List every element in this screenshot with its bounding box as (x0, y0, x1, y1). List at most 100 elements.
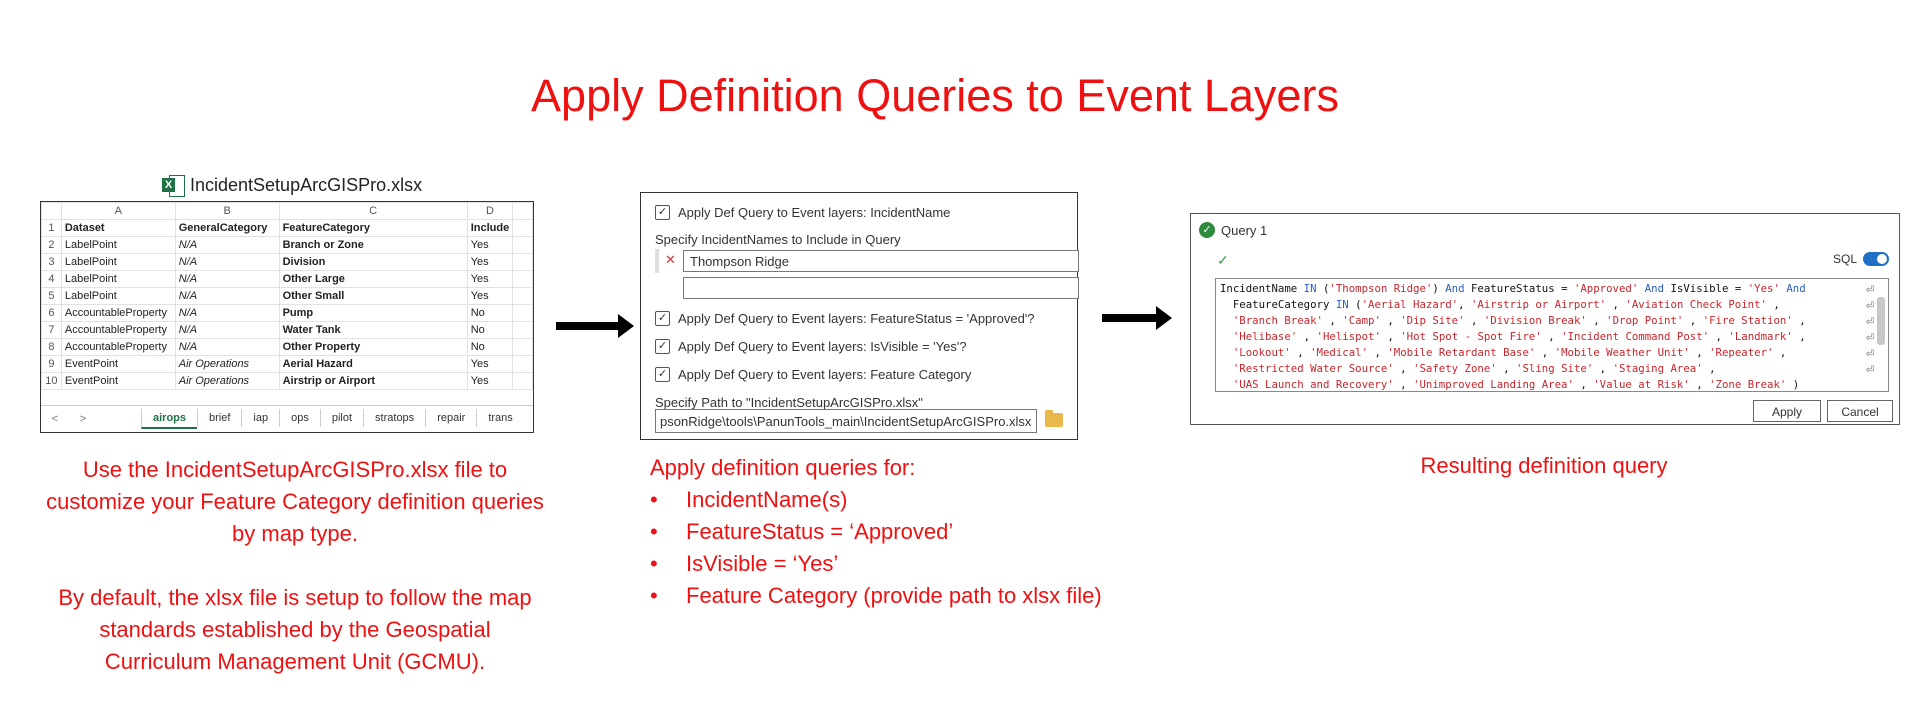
verify-check-icon[interactable]: ✓ (1217, 252, 1229, 269)
cell[interactable]: Yes (466, 236, 514, 254)
cell[interactable]: Include (466, 219, 514, 237)
cell[interactable]: N/A (174, 287, 280, 305)
featurecategory-option-label: Apply Def Query to Event layers: Feature… (678, 367, 972, 382)
cell[interactable]: No (466, 321, 514, 339)
checkbox-checked-icon[interactable]: ✓ (655, 205, 670, 220)
cell[interactable]: LabelPoint (60, 270, 176, 288)
cell[interactable]: Airstrip or Airport (278, 372, 468, 390)
corner-cell[interactable] (41, 202, 62, 220)
cell[interactable]: AccountableProperty (60, 321, 176, 339)
cell[interactable]: Yes (466, 287, 514, 305)
table-row: 10 EventPoint Air Operations Airstrip or Ai… (41, 372, 533, 390)
cell[interactable] (512, 372, 533, 390)
xlsx-path-input[interactable]: psonRidge\tools\PanunTools_main\Incident… (655, 409, 1037, 433)
cell[interactable]: Pump (278, 304, 468, 322)
cell[interactable]: Yes (466, 372, 514, 390)
cell[interactable]: FeatureCategory (278, 219, 468, 237)
cell[interactable]: Other Small (278, 287, 468, 305)
remove-entry-icon[interactable]: ✕ (665, 252, 676, 268)
cell[interactable] (512, 338, 533, 356)
incidentname-option[interactable]: ✓ Apply Def Query to Event layers: Incid… (655, 205, 950, 220)
cell[interactable] (512, 270, 533, 288)
row-number[interactable]: 4 (41, 270, 62, 288)
cell[interactable]: Branch or Zone (278, 236, 468, 254)
cell[interactable] (512, 321, 533, 339)
cell[interactable] (512, 287, 533, 305)
cell[interactable]: N/A (174, 338, 280, 356)
checkbox-checked-icon[interactable]: ✓ (655, 367, 670, 382)
sheet-prev-button[interactable]: < (41, 413, 69, 425)
incidentname-input-empty[interactable] (683, 277, 1079, 299)
cell[interactable] (512, 355, 533, 373)
sql-toggle-group: SQL (1833, 252, 1889, 266)
cell[interactable]: GeneralCategory (174, 219, 280, 237)
cell[interactable]: Dataset (60, 219, 176, 237)
sql-expression-editor[interactable]: IncidentName IN ('Thompson Ridge') And F… (1215, 278, 1889, 392)
incidentname-input[interactable]: Thompson Ridge (683, 250, 1079, 272)
row-number[interactable]: 9 (41, 355, 62, 373)
sheet-tab-trans[interactable]: trans (476, 409, 523, 427)
cell[interactable] (512, 219, 533, 237)
cell[interactable]: Division (278, 253, 468, 271)
cell[interactable] (512, 253, 533, 271)
incidentname-option-label: Apply Def Query to Event layers: Inciden… (678, 205, 951, 220)
cell[interactable]: Yes (466, 270, 514, 288)
cell[interactable]: EventPoint (60, 355, 176, 373)
sheet-tab-stratops[interactable]: stratops (363, 409, 425, 427)
apply-button[interactable]: Apply (1753, 400, 1821, 422)
cell[interactable]: LabelPoint (60, 236, 176, 254)
cell[interactable]: AccountableProperty (60, 304, 176, 322)
cell[interactable]: Yes (466, 253, 514, 271)
sheet-tab-brief[interactable]: brief (197, 409, 241, 427)
cell[interactable]: Yes (466, 355, 514, 373)
featurecategory-option[interactable]: ✓ Apply Def Query to Event layers: Featu… (655, 367, 971, 382)
sheet-tab-repair[interactable]: repair (425, 409, 476, 427)
editor-scrollbar[interactable] (1877, 283, 1885, 387)
row-number[interactable]: 1 (41, 219, 62, 237)
sql-toggle[interactable] (1863, 252, 1889, 266)
scrollbar-thumb[interactable] (1877, 297, 1885, 345)
cell[interactable]: No (466, 304, 514, 322)
sheet-tab-ops[interactable]: ops (279, 409, 320, 427)
sheet-next-button[interactable]: > (69, 413, 97, 425)
isvisible-option[interactable]: ✓ Apply Def Query to Event layers: IsVis… (655, 339, 967, 354)
cancel-button[interactable]: Cancel (1827, 400, 1893, 422)
sheet-tab-pilot[interactable]: pilot (319, 409, 363, 427)
column-header-blank[interactable] (512, 202, 533, 220)
cell[interactable]: LabelPoint (60, 287, 176, 305)
row-number[interactable]: 5 (41, 287, 62, 305)
cell[interactable]: N/A (174, 321, 280, 339)
cell[interactable]: N/A (174, 270, 280, 288)
cell[interactable] (512, 236, 533, 254)
cell[interactable]: Air Operations (174, 372, 280, 390)
cell[interactable]: Aerial Hazard (278, 355, 468, 373)
sheet-tab-airops[interactable]: airops (141, 409, 198, 429)
column-header[interactable]: B (174, 202, 280, 220)
cell[interactable]: Other Property (278, 338, 468, 356)
cell[interactable]: Water Tank (278, 321, 468, 339)
cell[interactable]: Other Large (278, 270, 468, 288)
row-number[interactable]: 3 (41, 253, 62, 271)
cell[interactable]: Air Operations (174, 355, 280, 373)
featurestatus-option[interactable]: ✓ Apply Def Query to Event layers: Featu… (655, 311, 1035, 326)
sheet-tab-iap[interactable]: iap (241, 409, 279, 427)
browse-folder-icon[interactable] (1045, 410, 1063, 427)
checkbox-checked-icon[interactable]: ✓ (655, 339, 670, 354)
row-number[interactable]: 2 (41, 236, 62, 254)
row-number[interactable]: 8 (41, 338, 62, 356)
checkbox-checked-icon[interactable]: ✓ (655, 311, 670, 326)
column-header[interactable]: C (278, 202, 468, 220)
column-header[interactable]: A (60, 202, 176, 220)
cell[interactable]: N/A (174, 304, 280, 322)
cell[interactable]: LabelPoint (60, 253, 176, 271)
cell[interactable] (512, 304, 533, 322)
column-header[interactable]: D (466, 202, 514, 220)
cell[interactable]: N/A (174, 236, 280, 254)
cell[interactable]: N/A (174, 253, 280, 271)
row-number[interactable]: 6 (41, 304, 62, 322)
row-number[interactable]: 7 (41, 321, 62, 339)
cell[interactable]: No (466, 338, 514, 356)
cell[interactable]: AccountableProperty (60, 338, 176, 356)
row-number[interactable]: 10 (41, 372, 62, 390)
cell[interactable]: EventPoint (60, 372, 176, 390)
